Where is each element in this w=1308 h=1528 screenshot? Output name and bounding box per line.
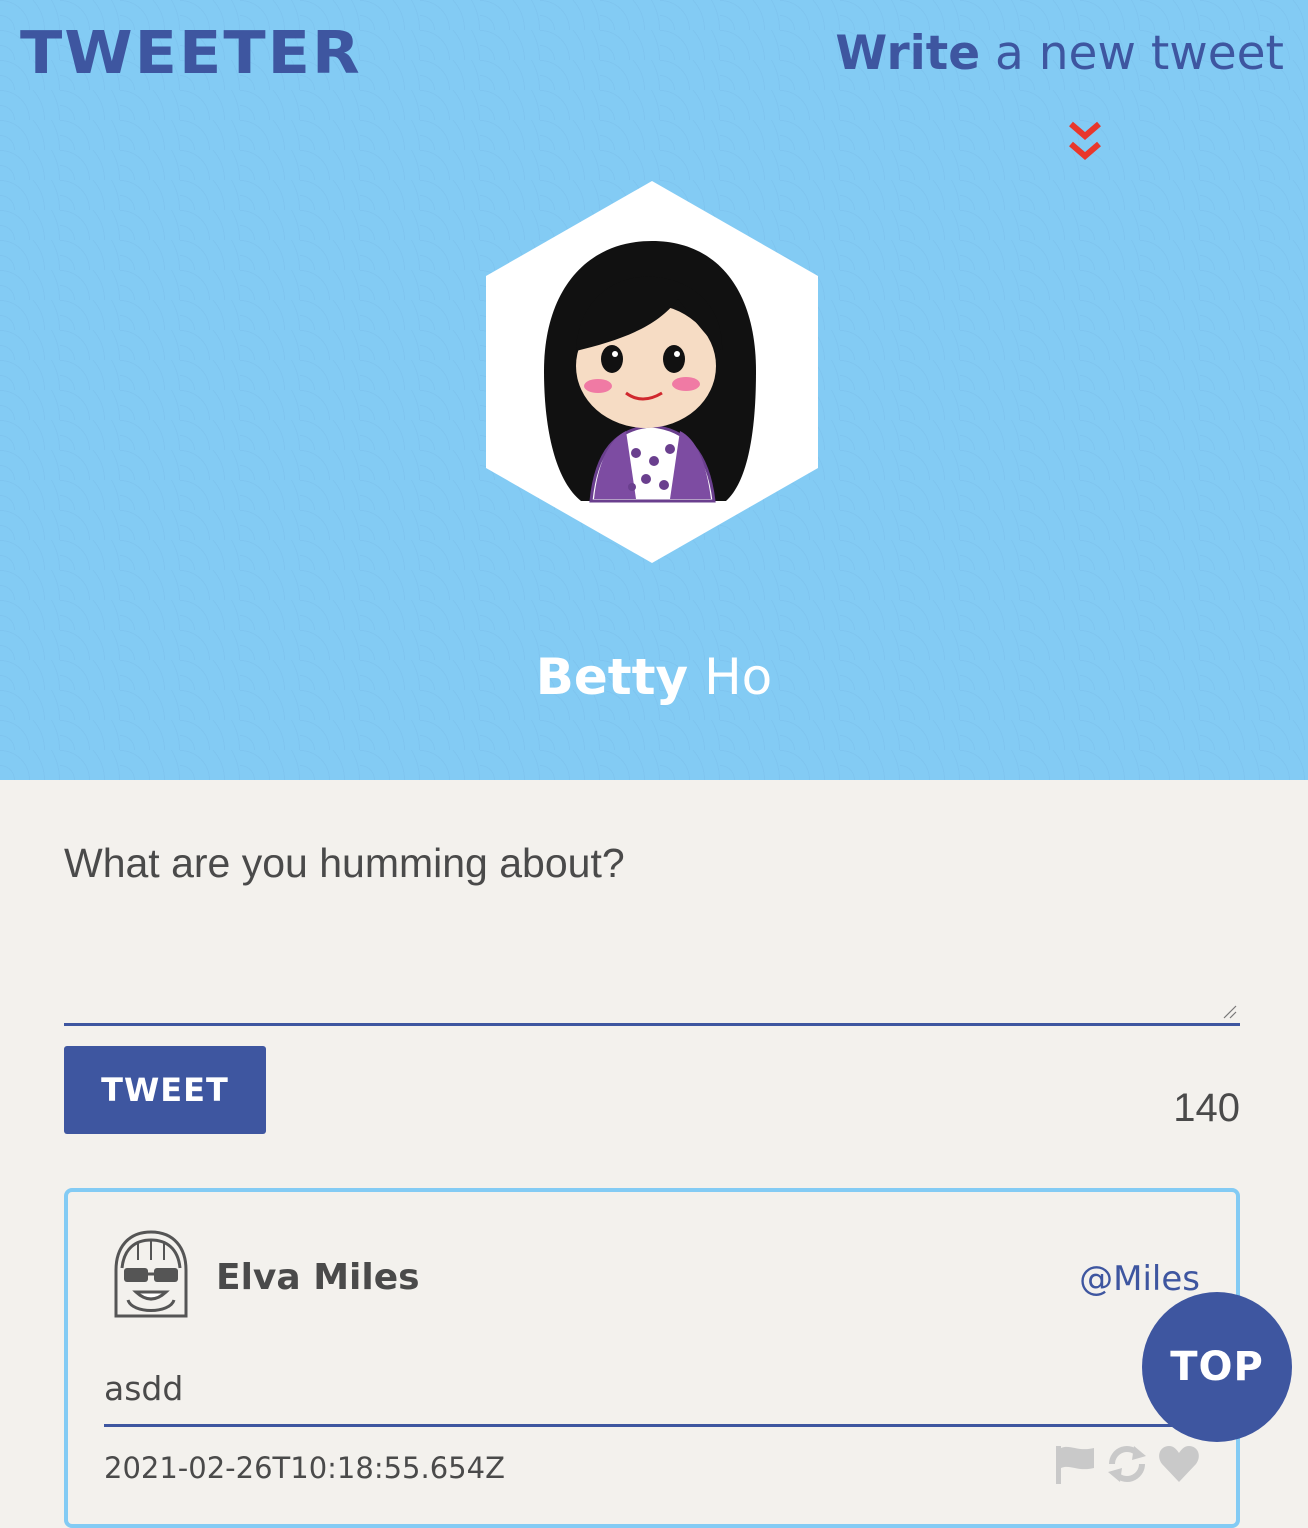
- tweet-timestamp: 2021-02-26T10:18:55.654Z: [104, 1451, 505, 1485]
- write-new-tweet-link[interactable]: Write a new tweet: [835, 30, 1284, 77]
- flag-icon[interactable]: [1052, 1442, 1098, 1486]
- profile-header: TWEETER Write a new tweet Betty Ho: [0, 0, 1308, 780]
- scroll-to-top-button[interactable]: TOP: [1142, 1292, 1292, 1442]
- tweet-textarea[interactable]: [64, 840, 1240, 1026]
- sunglasses-avatar-icon: [114, 1230, 188, 1318]
- profile-name: Betty Ho: [0, 652, 1308, 702]
- write-link-bold: Write: [835, 26, 981, 81]
- tweet-author-name: Elva Miles: [216, 1257, 420, 1298]
- tweet-divider: [104, 1424, 1204, 1427]
- heart-icon[interactable]: [1156, 1442, 1202, 1486]
- chevron-double-down-icon[interactable]: [1066, 120, 1104, 166]
- tweet-content: asdd: [104, 1369, 184, 1408]
- app-logo: TWEETER: [20, 17, 362, 88]
- tweet-author-handle: @Miles: [1079, 1259, 1200, 1299]
- tweet-card: Elva Miles @Miles asdd 2021-02-26T10:18:…: [64, 1188, 1240, 1528]
- character-counter: 140: [1173, 1086, 1240, 1130]
- tweet-button[interactable]: TWEET: [64, 1046, 266, 1134]
- profile-first-name: Betty: [535, 648, 689, 706]
- profile-last-name: Ho: [704, 648, 773, 706]
- write-link-rest: a new tweet: [995, 26, 1284, 81]
- retweet-icon[interactable]: [1104, 1442, 1150, 1486]
- resize-grip-icon[interactable]: [1222, 1004, 1238, 1020]
- profile-avatar: [486, 181, 818, 563]
- tweet-actions: [1052, 1442, 1202, 1486]
